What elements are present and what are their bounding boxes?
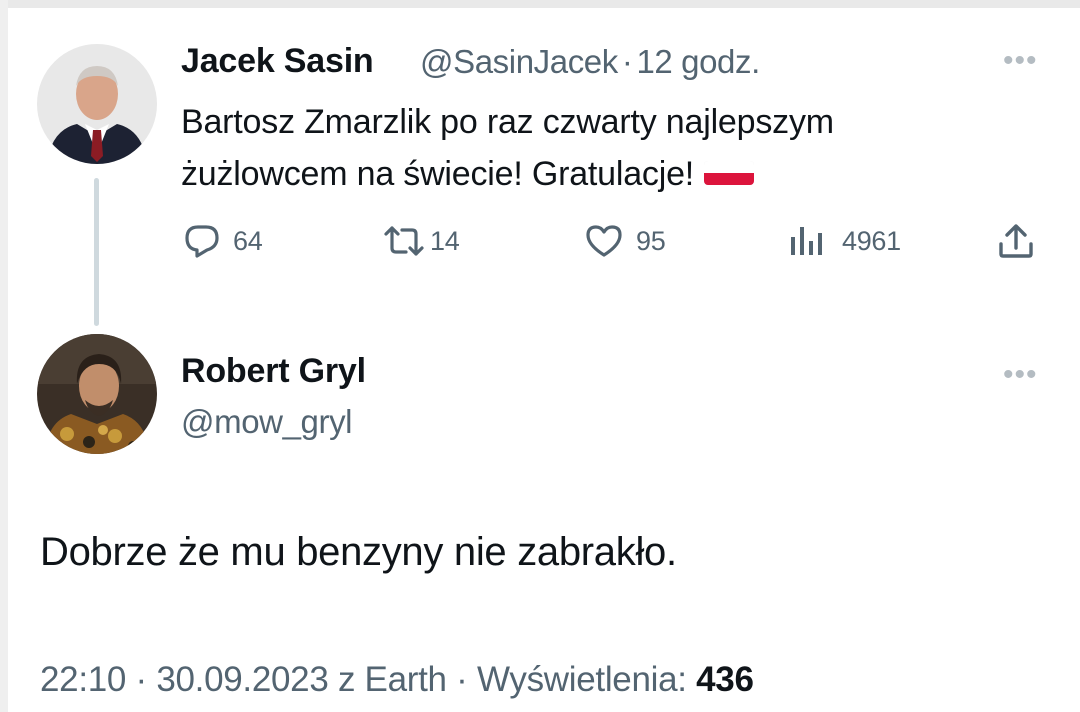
footer-separator-2: ·: [456, 660, 468, 699]
share-upload-icon: [996, 222, 1036, 260]
tweet-text: Bartosz Zmarzlik po raz czwarty najlepsz…: [181, 96, 834, 200]
tweet-text-line-2: żużlowcem na świecie! Gratulacje!: [181, 155, 695, 193]
reply-source: z Earth: [337, 660, 447, 699]
reply-footer: 22:10 · 30.09.2023 z Earth · Wyświetleni…: [40, 660, 754, 700]
footer-separator-1: ·: [135, 660, 148, 699]
retweet-icon: [382, 224, 426, 258]
like-button[interactable]: 95: [584, 222, 666, 260]
reply-icon: [183, 223, 221, 259]
views-button[interactable]: 4961: [788, 222, 901, 260]
reply-date[interactable]: 30.09.2023: [156, 660, 328, 699]
reply-author-handle[interactable]: @mow_gryl: [181, 403, 353, 441]
retweet-count: 14: [430, 225, 460, 256]
views-count: 4961: [842, 225, 901, 256]
author-meta: @SasinJacek · 12 godz.: [420, 43, 760, 81]
poland-flag-icon: [704, 161, 755, 186]
bar-chart-icon: [788, 223, 828, 259]
reply-text: Dobrze że mu benzyny nie zabrakło.: [40, 530, 677, 574]
retweet-button[interactable]: 14: [382, 222, 460, 260]
reply-views-count[interactable]: 436: [696, 660, 754, 699]
reply-time[interactable]: 22:10: [40, 660, 126, 699]
reply-count: 64: [233, 225, 263, 256]
more-options-icon[interactable]: •••: [1003, 46, 1038, 76]
reply-more-options-icon[interactable]: •••: [1003, 360, 1038, 390]
views-label: Wyświetlenia:: [476, 660, 687, 699]
tweet-text-line-2-wrap: żużlowcem na świecie! Gratulacje!: [181, 148, 834, 200]
thread-connector: [94, 178, 99, 326]
reply-button[interactable]: 64: [183, 222, 263, 260]
meta-separator: ·: [621, 43, 633, 80]
tweet-text-line-1: Bartosz Zmarzlik po raz czwarty najlepsz…: [181, 103, 834, 141]
left-edge: [0, 0, 8, 712]
reply-author-name[interactable]: Robert Gryl: [181, 352, 366, 391]
author-name[interactable]: Jacek Sasin: [181, 42, 374, 81]
heart-icon: [584, 223, 624, 259]
top-edge: [0, 0, 1080, 8]
like-count: 95: [636, 225, 666, 256]
tweet-time[interactable]: 12 godz.: [636, 43, 760, 80]
author-handle[interactable]: @SasinJacek: [420, 43, 618, 80]
avatar-jacek-sasin[interactable]: [37, 44, 157, 164]
avatar-robert-gryl[interactable]: [37, 334, 157, 454]
share-button[interactable]: [996, 222, 1036, 260]
